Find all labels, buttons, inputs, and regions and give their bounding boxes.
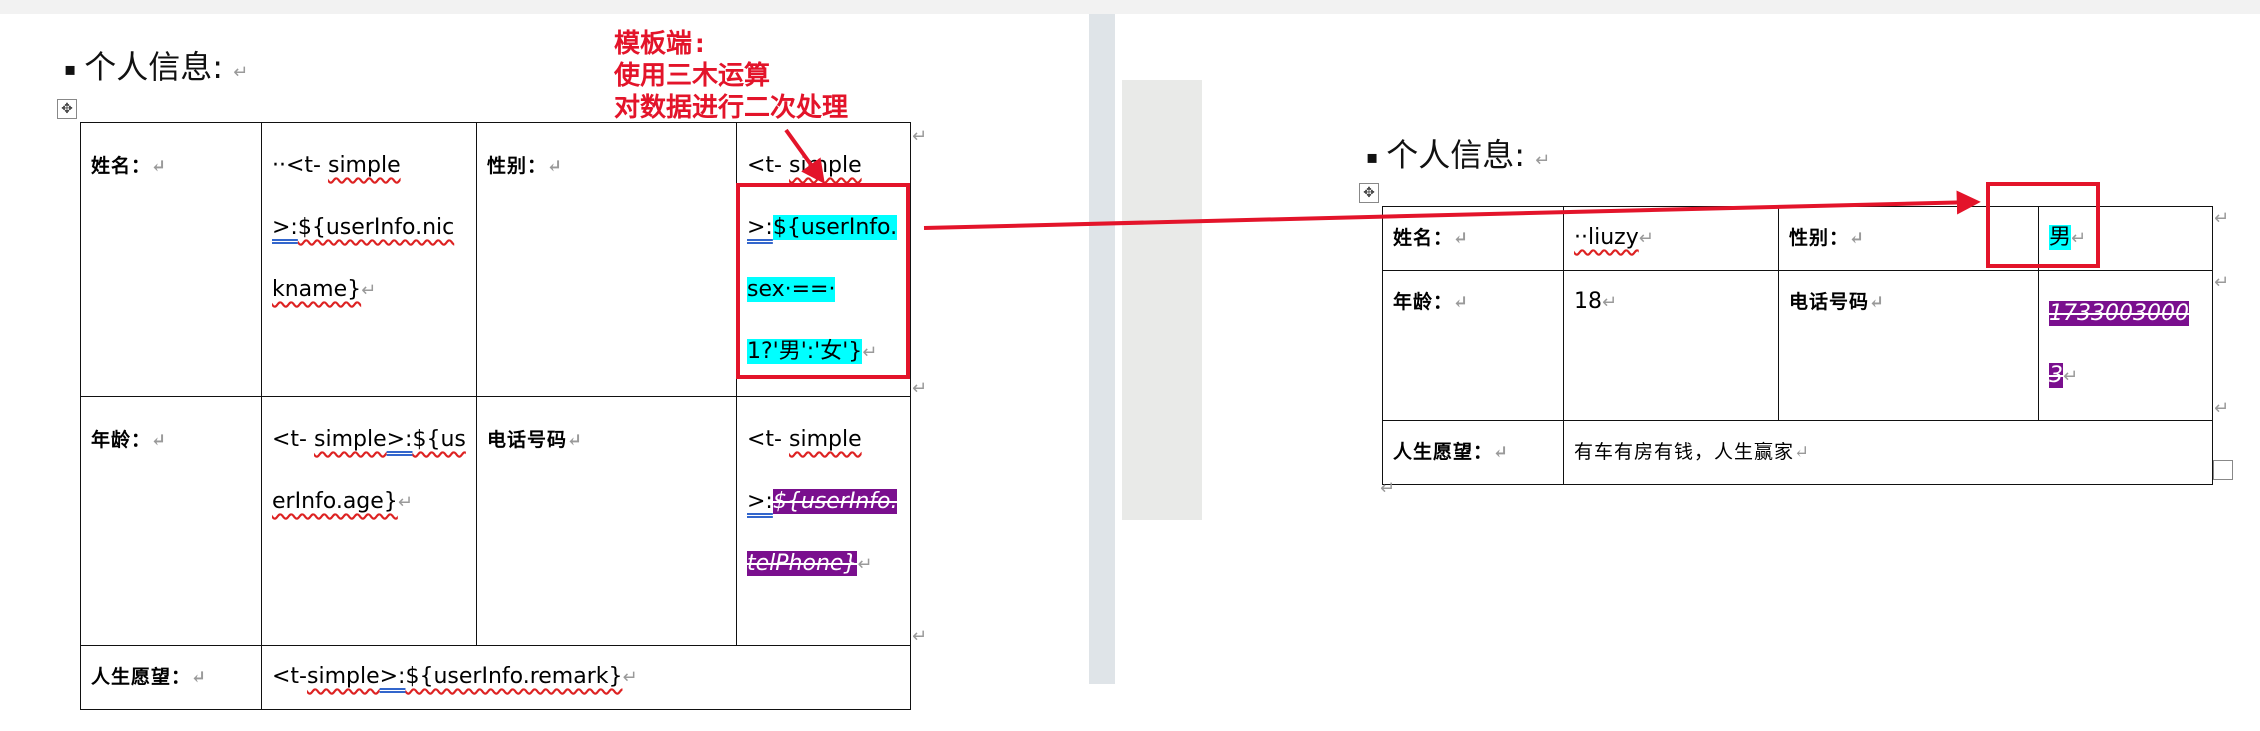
annotation-arrows: [784, 128, 1981, 230]
arrow-to-template: [784, 128, 825, 184]
arrow-to-result: [923, 190, 1981, 230]
